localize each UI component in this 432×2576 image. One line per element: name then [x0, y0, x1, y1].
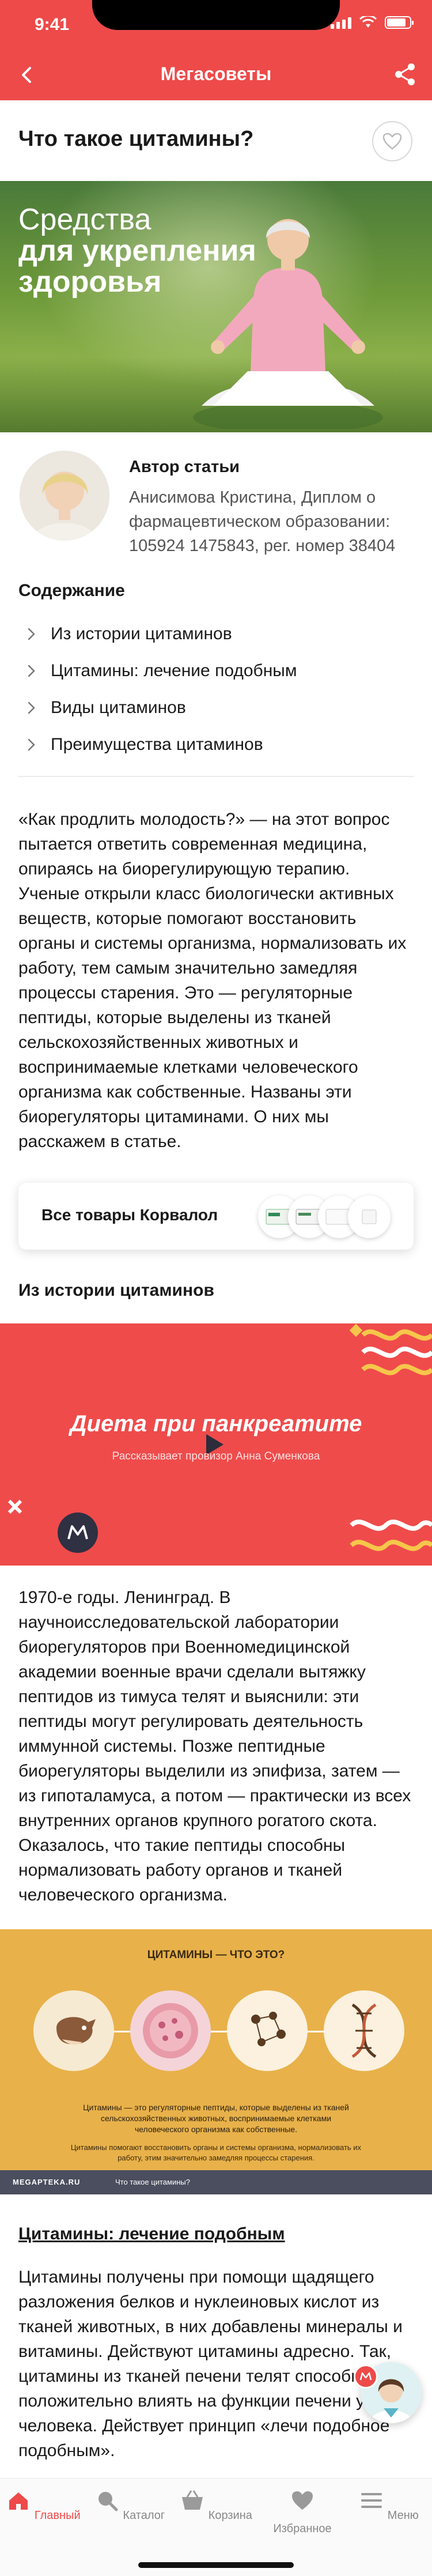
infographic-caption-1: Цитамины — это регуляторные пептиды, кот…: [83, 2103, 349, 2134]
tab-bar: Главный Каталог Корзина Избранное Меню: [0, 2478, 432, 2576]
toc-item-label: Преимущества цитаминов: [51, 735, 263, 754]
decorative-cross: [7, 1499, 22, 1514]
hero-caption: Средства для укрепления здоровья: [18, 204, 256, 297]
promo-product-thumbs: [258, 1195, 391, 1238]
article-title: Что такое цитамины?: [18, 127, 254, 151]
dna-icon: [324, 1990, 404, 2071]
basket-icon: [182, 2490, 203, 2510]
hero-line-1: Средства: [18, 203, 151, 236]
home-icon: [9, 2492, 28, 2510]
table-of-contents: Содержание Из истории цитаминов Цитамины…: [0, 581, 432, 777]
status-bar: 9:41: [0, 0, 432, 51]
nav-title: Мегасоветы: [160, 63, 272, 84]
paragraph-treatment: Цитамины получены при помощи щадящего ра…: [18, 2268, 403, 2460]
peptide-icon: [227, 1990, 308, 2071]
toc-item-advantages[interactable]: Преимущества цитаминов: [18, 726, 414, 763]
section-heading-history: Из истории цитаминов: [18, 1281, 214, 1300]
tab-label: Меню: [387, 2509, 419, 2522]
calf-icon: [33, 1990, 114, 2071]
chevron-right-icon: [28, 628, 35, 640]
home-indicator: [138, 2562, 294, 2568]
hero-image: Средства для укрепления здоровья: [0, 181, 432, 432]
tab-label: Корзина: [208, 2509, 252, 2522]
section-heading-treatment: Цитамины: лечение подобным: [18, 2224, 285, 2243]
heart-icon: [382, 133, 402, 150]
product-thumb: [348, 1195, 391, 1238]
nav-bar: Мегасоветы: [0, 51, 432, 100]
hero-line-2: для укрепления: [18, 234, 256, 267]
wifi-icon: [359, 16, 377, 28]
battery-icon: [385, 16, 414, 29]
infographic-title: ЦИТАМИНЫ — ЧТО ЭТО?: [147, 1949, 285, 1961]
video-banner[interactable]: Диета при панкреатите Рассказывает прови…: [0, 1323, 432, 1566]
promo-card[interactable]: Все товары Корвалол: [18, 1183, 414, 1250]
promo-label: Все товары Корвалол: [41, 1206, 218, 1224]
cell-icon: [130, 1990, 211, 2071]
toc-item-history[interactable]: Из истории цитаминов: [18, 616, 414, 653]
megapteka-logo-icon: [58, 1513, 98, 1553]
menu-icon: [361, 2493, 382, 2508]
author-info: Анисимова Кристина, Диплом о фармацевтич…: [129, 488, 396, 555]
heart-icon: [292, 2491, 313, 2510]
tab-cart[interactable]: Корзина: [173, 2488, 259, 2522]
paragraph-intro: «Как продлить молодость?» — на этот вопр…: [18, 810, 407, 1151]
infographic-brand: MEGAPTEKA.RU: [13, 2178, 81, 2186]
share-icon[interactable]: [391, 60, 419, 89]
tab-home[interactable]: Главный: [0, 2488, 86, 2522]
search-icon: [98, 2492, 118, 2511]
signal-icon: [331, 16, 351, 29]
author-block: Автор статьи Анисимова Кристина, Диплом …: [0, 432, 432, 576]
author-photo: [20, 451, 109, 541]
video-subtitle: Рассказывает провизор Анна Суменкова: [112, 1450, 320, 1462]
toc-item-label: Виды цитаминов: [51, 698, 186, 717]
tab-menu[interactable]: Меню: [346, 2488, 432, 2522]
hero-line-3: здоровья: [18, 265, 162, 299]
tab-catalog[interactable]: Каталог: [86, 2488, 173, 2522]
tab-label: Главный: [34, 2509, 81, 2522]
divider: [18, 776, 414, 777]
status-icons: [331, 16, 414, 29]
author-avatar: [20, 451, 109, 541]
toc-item-types[interactable]: Виды цитаминов: [18, 689, 414, 726]
page-content: Что такое цитамины? Средства для укрепле…: [0, 100, 432, 2463]
decorative-waves: [350, 1519, 432, 1551]
chevron-right-icon: [28, 701, 35, 714]
toc-title: Содержание: [18, 581, 125, 600]
video-title: Диета при панкреатите: [70, 1411, 362, 1436]
tab-label: Каталог: [123, 2509, 165, 2522]
megapteka-badge-icon: [354, 2364, 378, 2389]
toc-item-label: Из истории цитаминов: [51, 624, 232, 643]
status-time: 9:41: [35, 15, 70, 34]
article-header: Что такое цитамины?: [0, 100, 432, 181]
toc-item-treatment[interactable]: Цитамины: лечение подобным: [18, 653, 414, 689]
infographic-caption-2: Цитамины помогают восстановить органы и …: [70, 2143, 362, 2162]
decorative-waves: [349, 1323, 432, 1375]
paragraph-history: 1970-е годы. Ленинград. В научноисследов…: [18, 1588, 411, 1904]
toc-item-label: Цитамины: лечение подобным: [51, 661, 297, 680]
infographic: ЦИТАМИНЫ — ЧТО ЭТО? Цитамины — это регул…: [0, 1929, 432, 2194]
notch: [92, 0, 340, 30]
infographic-footer-text: Что такое цитамины?: [115, 2178, 190, 2186]
tab-favorites[interactable]: Избранное: [259, 2488, 346, 2536]
author-label: Автор статьи: [129, 458, 240, 476]
chevron-right-icon: [28, 665, 35, 677]
chevron-right-icon: [28, 738, 35, 751]
favorite-button[interactable]: [372, 121, 412, 161]
infographic-footer: MEGAPTEKA.RU Что такое цитамины?: [0, 2170, 432, 2194]
tab-label: Избранное: [273, 2522, 332, 2535]
